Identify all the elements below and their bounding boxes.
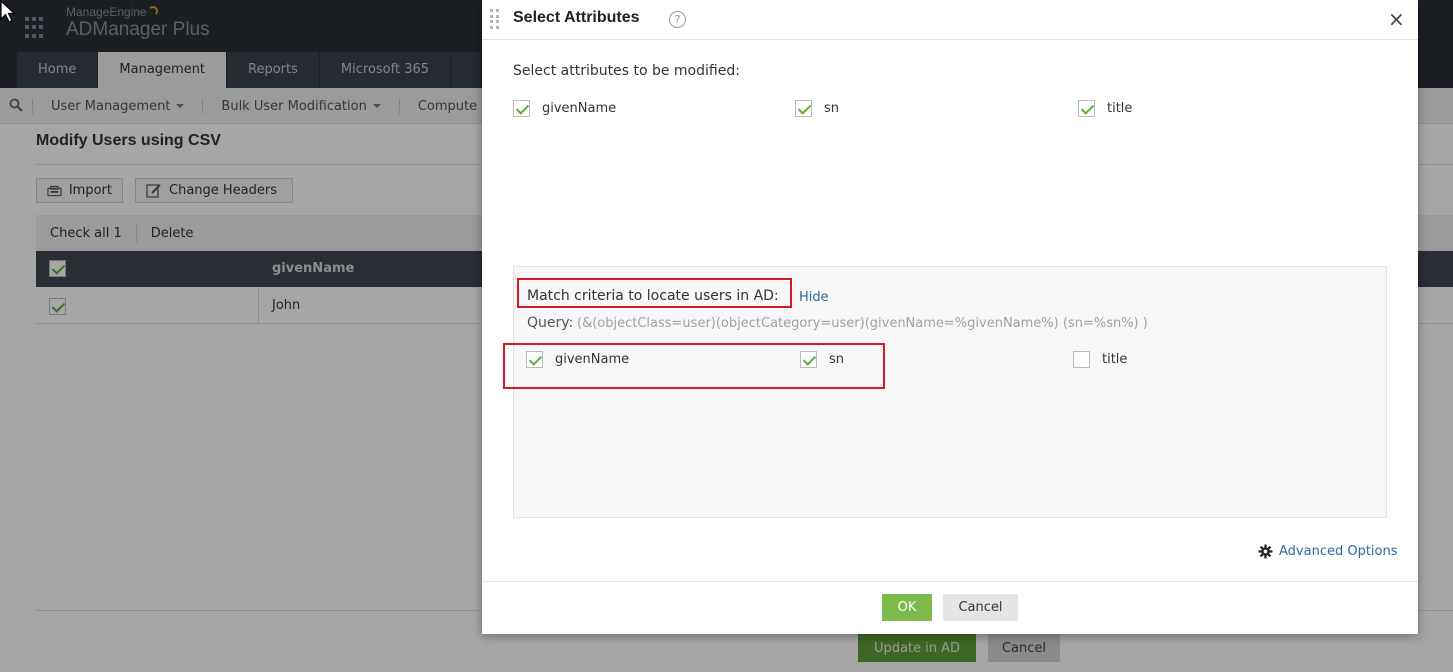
cancel-button[interactable]: Cancel — [943, 594, 1018, 621]
match-option-givenname[interactable]: givenName — [526, 351, 629, 368]
help-icon[interactable]: ? — [669, 11, 686, 28]
query-value: (&(objectClass=user)(objectCategory=user… — [577, 316, 1148, 331]
dialog-title: Select Attributes — [513, 9, 640, 26]
match-checkbox-title[interactable] — [1073, 351, 1090, 368]
gear-icon — [1258, 544, 1273, 559]
attribute-checkbox-givenname[interactable] — [513, 100, 530, 117]
match-label-title: title — [1102, 352, 1128, 367]
close-icon[interactable]: × — [1388, 9, 1405, 29]
match-label-givenname: givenName — [555, 352, 630, 367]
attribute-option-sn[interactable]: sn — [795, 100, 839, 117]
attribute-checkbox-title[interactable] — [1078, 100, 1095, 117]
match-checkbox-sn[interactable] — [800, 351, 817, 368]
mouse-cursor-icon — [0, 0, 17, 23]
select-attributes-label: Select attributes to be modified: — [513, 63, 740, 79]
attribute-label-sn: sn — [824, 101, 840, 116]
match-option-sn[interactable]: sn — [800, 351, 844, 368]
drag-handle-icon[interactable] — [490, 9, 500, 29]
query-label: Query: — [527, 315, 574, 331]
advanced-options-link[interactable]: Advanced Options — [1258, 544, 1398, 559]
hide-link[interactable]: Hide — [799, 290, 829, 305]
select-attributes-dialog: Select Attributes ? × Select attributes … — [482, 0, 1418, 634]
match-checkbox-givenname[interactable] — [526, 351, 543, 368]
dialog-header: Select Attributes ? × — [482, 0, 1418, 40]
match-label-sn: sn — [829, 352, 845, 367]
divider — [482, 581, 1418, 582]
advanced-options-label: Advanced Options — [1279, 544, 1398, 559]
attribute-checkbox-sn[interactable] — [795, 100, 812, 117]
attribute-option-givenname[interactable]: givenName — [513, 100, 616, 117]
ok-button[interactable]: OK — [882, 594, 932, 621]
match-option-title[interactable]: title — [1073, 351, 1127, 368]
match-criteria-label: Match criteria to locate users in AD: — [527, 288, 779, 304]
attribute-label-title: title — [1107, 101, 1133, 116]
attribute-label-givenname: givenName — [542, 101, 617, 116]
attribute-option-title[interactable]: title — [1078, 100, 1132, 117]
